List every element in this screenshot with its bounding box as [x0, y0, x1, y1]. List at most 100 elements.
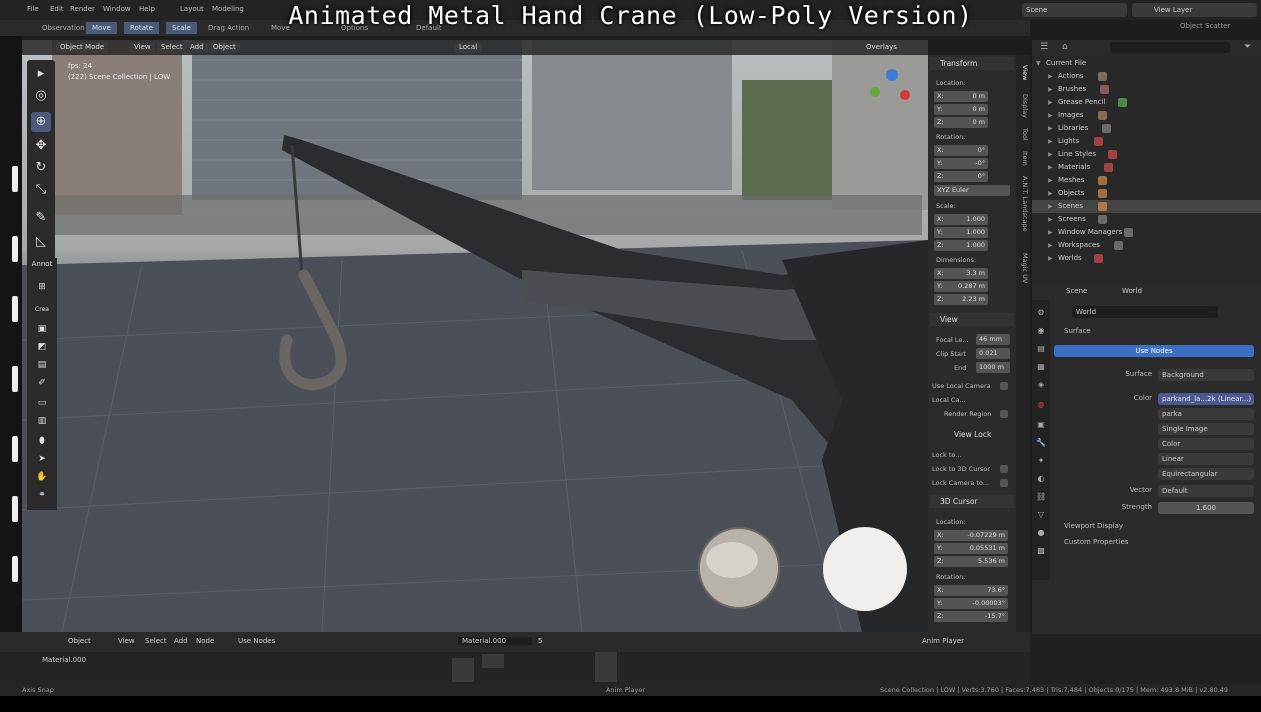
texture-tab-icon[interactable]: ▩	[1036, 546, 1046, 556]
tab-ant-landscape[interactable]: A.N.T. Landscape	[1017, 163, 1029, 245]
data-tab-icon[interactable]: ▽	[1036, 510, 1046, 520]
material-user-count[interactable]: 5	[538, 637, 542, 645]
select-menu[interactable]: Select	[157, 42, 187, 53]
constraints-tab-icon[interactable]: ⛓	[1036, 492, 1046, 502]
outliner-item-libraries[interactable]: ▶ Libraries	[1032, 122, 1261, 135]
rotation-mode-dropdown[interactable]: XYZ Euler	[934, 185, 1010, 196]
outliner-item-scenes[interactable]: ▶ Scenes	[1032, 200, 1261, 213]
outliner-item-grease-pencil[interactable]: ▶ Grease Pencil	[1032, 96, 1261, 109]
tab-magic-uv[interactable]: Magic UV	[1017, 251, 1029, 285]
outliner-item-workspaces[interactable]: ▶ Workspaces	[1032, 239, 1261, 252]
cursor-location-x[interactable]: X: -0.07229 m	[934, 530, 1008, 541]
outliner-item-brushes[interactable]: ▶ Brushes	[1032, 83, 1261, 96]
display-mode-icon[interactable]: ⌂	[1062, 42, 1068, 52]
transform-panel-title[interactable]: Transform	[930, 57, 1014, 70]
outliner-item-screens[interactable]: ▶ Screens	[1032, 213, 1261, 226]
scale-icon[interactable]: ⤡	[31, 180, 51, 200]
outliner-item-line-styles[interactable]: ▶ Line Styles	[1032, 148, 1261, 161]
scale-y-field[interactable]: Y: 1.000	[934, 227, 988, 238]
outliner-item-materials[interactable]: ▶ Materials	[1032, 161, 1261, 174]
outliner-root[interactable]: ▼ Current File	[1032, 57, 1261, 70]
modifier-tab-icon[interactable]: 🔧	[1036, 438, 1046, 448]
orientation-dropdown[interactable]: Local	[455, 42, 482, 53]
outliner-search[interactable]	[1110, 42, 1230, 53]
material-tab-icon[interactable]: ●	[1036, 528, 1046, 538]
annotate-icon[interactable]: ✎	[31, 208, 51, 228]
surface-section-title[interactable]: Surface	[1064, 327, 1091, 335]
view-layer-tab-icon[interactable]: ▦	[1036, 362, 1046, 372]
node-use-nodes-label[interactable]: Use Nodes	[238, 637, 275, 645]
add-draw-icon[interactable]: ✐	[31, 378, 53, 391]
filter-icon[interactable]: ⏷	[1244, 42, 1251, 52]
rotate-icon[interactable]: ↻	[31, 158, 51, 178]
cursor-rotation-x[interactable]: X: 73.6°	[934, 585, 1008, 596]
move-icon[interactable]: ⊕	[31, 112, 51, 132]
use-local-camera-checkbox[interactable]	[1000, 382, 1008, 390]
add-hand-icon[interactable]: ✋	[31, 472, 53, 485]
outliner-item-lights[interactable]: ▶ Lights	[1032, 135, 1261, 148]
breadcrumb-world[interactable]: World	[1122, 287, 1142, 295]
node-add-menu[interactable]: Add	[174, 637, 188, 645]
node-view-menu[interactable]: View	[118, 637, 135, 645]
tab-tool[interactable]: Tool	[1017, 125, 1029, 143]
view-menu[interactable]: View	[130, 42, 155, 53]
outliner-item-objects[interactable]: ▶ Objects	[1032, 187, 1261, 200]
physics-tab-icon[interactable]: ◐	[1036, 474, 1046, 484]
cursor-rotation-y[interactable]: Y: -0.00003°	[934, 598, 1008, 609]
panel-tool-icon[interactable]: ⊞	[31, 282, 53, 295]
outliner-item-worlds[interactable]: ▶ Worlds	[1032, 252, 1261, 265]
3d-viewport[interactable]	[22, 40, 928, 632]
dimensions-z-field[interactable]: Z: 2.23 m	[934, 294, 988, 305]
strength-field[interactable]: 1.600	[1158, 502, 1254, 514]
add-frame-icon[interactable]: ▭	[31, 398, 53, 411]
measure-icon[interactable]: ◺	[31, 232, 51, 252]
object-tab-icon[interactable]: ▣	[1036, 420, 1046, 430]
render-tab-icon[interactable]: ◉	[1036, 326, 1046, 336]
scale-x-field[interactable]: X: 1.000	[934, 214, 988, 225]
image-source-dropdown[interactable]: Single Image	[1158, 423, 1254, 435]
overlays-dropdown[interactable]: Overlays	[862, 42, 901, 53]
add-cube-icon[interactable]: ▣	[31, 324, 53, 337]
outliner-item-actions[interactable]: ▶ Actions	[1032, 70, 1261, 83]
add-plane-icon[interactable]: ◩	[31, 342, 53, 355]
custom-properties-section[interactable]: Custom Properties	[1064, 538, 1128, 546]
cursor-location-y[interactable]: Y: 0.05531 m	[934, 543, 1008, 554]
node-box[interactable]	[452, 658, 474, 682]
node-node-menu[interactable]: Node	[196, 637, 214, 645]
view-panel-title[interactable]: View	[930, 313, 1014, 326]
rotation-z-field[interactable]: Z: 0°	[934, 171, 988, 182]
node-editor-canvas[interactable]: Material.000	[0, 652, 1030, 684]
world-tab-icon[interactable]: ◍	[1036, 400, 1046, 410]
projection-dropdown[interactable]: Equirectangular	[1158, 468, 1254, 480]
output-tab-icon[interactable]: ▤	[1036, 344, 1046, 354]
image-name-field[interactable]: parka	[1158, 408, 1254, 420]
gizmo-x-axis[interactable]	[900, 90, 910, 100]
world-name-field[interactable]: World	[1072, 306, 1218, 318]
clip-end-field[interactable]: 1000 m	[976, 362, 1010, 373]
clip-start-field[interactable]: 0.021	[976, 348, 1010, 359]
gizmo-z-axis[interactable]	[886, 69, 898, 81]
add-menu[interactable]: Add	[186, 42, 208, 53]
scene-tab-icon[interactable]: ◈	[1036, 380, 1046, 390]
node-box[interactable]	[482, 654, 504, 668]
object-mode-dropdown[interactable]: Object Mode	[56, 42, 109, 53]
lock-camera-checkbox[interactable]	[1000, 479, 1008, 487]
render-region-checkbox[interactable]	[1000, 410, 1008, 418]
location-x-field[interactable]: X: 0 m	[934, 91, 988, 102]
object-menu[interactable]: Object	[209, 42, 240, 53]
add-arrow-icon[interactable]: ➤	[31, 454, 53, 467]
node-object-dropdown[interactable]: Object	[68, 637, 91, 645]
transform-icon[interactable]: ✥	[31, 136, 51, 156]
surface-dropdown[interactable]: Background	[1158, 369, 1254, 381]
interpolation-dropdown[interactable]: Linear	[1158, 453, 1254, 465]
focal-length-field[interactable]: 46 mm	[976, 334, 1010, 345]
add-blob-icon[interactable]: ⬮	[31, 436, 53, 449]
view-lock-title[interactable]: View Lock	[930, 428, 1014, 441]
material-name-field[interactable]: Material.000	[458, 637, 532, 645]
outliner-item-window-managers[interactable]: ▶ Window Managers	[1032, 226, 1261, 239]
cursor-location-z[interactable]: Z: 5.536 m	[934, 556, 1008, 567]
add-link-icon[interactable]: ⚭	[31, 490, 53, 503]
cursor-rotation-z[interactable]: Z: -15.7°	[934, 611, 1008, 622]
location-y-field[interactable]: Y: 0 m	[934, 104, 988, 115]
tab-display[interactable]: Display	[1017, 91, 1029, 121]
